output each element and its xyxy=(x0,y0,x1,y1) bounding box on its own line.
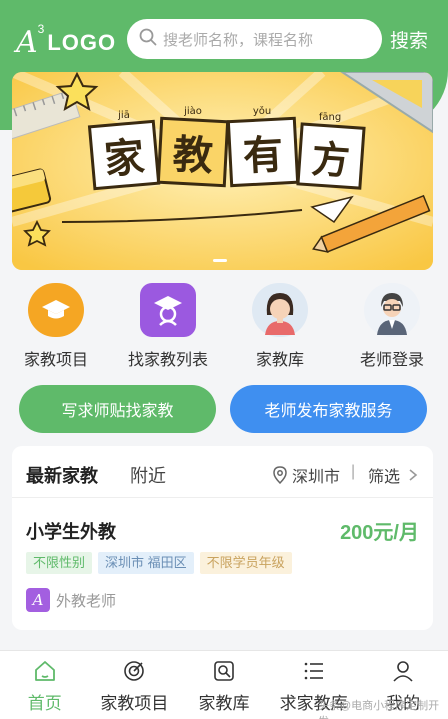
tag-gender: 不限性别 xyxy=(26,552,93,574)
teacher-publish-button[interactable]: 老师发布家教服务 xyxy=(230,385,427,433)
header-separator: | xyxy=(351,463,356,480)
banner-pinyin-2: jiào xyxy=(183,105,202,117)
tab-library[interactable]: 家教库 xyxy=(179,651,269,719)
banner-char-1: 家 xyxy=(103,134,147,183)
location-selector[interactable]: 深圳市 xyxy=(272,463,340,487)
tab-projects[interactable]: 家教项目 xyxy=(90,651,180,719)
home-icon xyxy=(34,661,55,681)
post-request-button[interactable]: 写求师贴找家教 xyxy=(19,385,216,433)
app-logo: A 3 LOGO xyxy=(16,22,117,60)
banner-illustration: 家 教 有 方 jiā jiào yǒu fāng xyxy=(12,72,433,270)
job-price: 200元/月 xyxy=(340,522,419,544)
quick-link-tutor-list[interactable]: 找家教列表 xyxy=(112,280,224,370)
user-icon xyxy=(393,661,413,682)
filter-label: 筛选 xyxy=(368,469,401,486)
quick-links: 家教项目 找家教列表 家教库 老师登录 xyxy=(0,280,448,370)
search-icon xyxy=(139,28,157,51)
tab-nearby[interactable]: 附近 xyxy=(130,462,166,488)
tab-latest[interactable]: 最新家教 xyxy=(26,462,98,488)
tag-location: 深圳市 福田区 xyxy=(98,552,194,574)
tag-grade: 不限学员年级 xyxy=(199,552,292,574)
job-title: 小学生外教 xyxy=(26,522,116,542)
location-pin-icon xyxy=(273,466,287,484)
teacher-type-label: 外教老师 xyxy=(56,592,117,610)
watermark: 头条@电商小程序定制开发 xyxy=(318,700,440,719)
carousel-indicator[interactable] xyxy=(213,259,227,262)
banner-pinyin-3: yǒu xyxy=(253,105,271,117)
search-library-icon xyxy=(214,661,234,681)
list-icon xyxy=(304,662,323,680)
teacher-type: A 外教老师 xyxy=(26,588,116,612)
search-placeholder: 搜老师名称，课程名称 xyxy=(163,31,314,49)
banner-char-4: 方 xyxy=(310,137,351,184)
quick-link-teacher-login[interactable]: 老师登录 xyxy=(336,280,448,370)
foreign-teacher-icon: A xyxy=(26,588,50,612)
location-label: 深圳市 xyxy=(292,469,341,486)
quick-link-projects[interactable]: 家教项目 xyxy=(0,280,112,370)
chevron-right-icon xyxy=(409,469,418,481)
listing-header: 最新家教 附近 深圳市 | 筛选 xyxy=(12,446,433,498)
target-icon xyxy=(124,661,145,681)
search-input[interactable]: 搜老师名称，课程名称 xyxy=(127,19,382,59)
banner-char-3: 有 xyxy=(242,132,284,180)
job-tags: 不限性别 深圳市 福田区 不限学员年级 xyxy=(26,552,298,574)
quick-link-tutor-library[interactable]: 家教库 xyxy=(224,280,336,370)
promo-banner[interactable]: 家 教 有 方 jiā jiào yǒu fāng xyxy=(12,72,433,270)
banner-char-2: 教 xyxy=(172,132,214,180)
student-cap-icon xyxy=(140,283,196,337)
banner-pinyin-4: fāng xyxy=(319,112,341,123)
filter-button[interactable]: 筛选 xyxy=(368,463,420,487)
tab-home[interactable]: 首页 xyxy=(0,651,90,719)
female-teacher-avatar-icon xyxy=(252,283,308,337)
banner-pinyin-1: jiā xyxy=(117,110,130,121)
male-teacher-avatar-icon xyxy=(364,283,420,337)
graduation-cap-icon xyxy=(28,283,84,337)
listing-card: 最新家教 附近 深圳市 | 筛选 小学生外教 200元/月 不限性别 深圳市 福… xyxy=(12,446,433,630)
search-button[interactable]: 搜索 xyxy=(390,26,428,53)
